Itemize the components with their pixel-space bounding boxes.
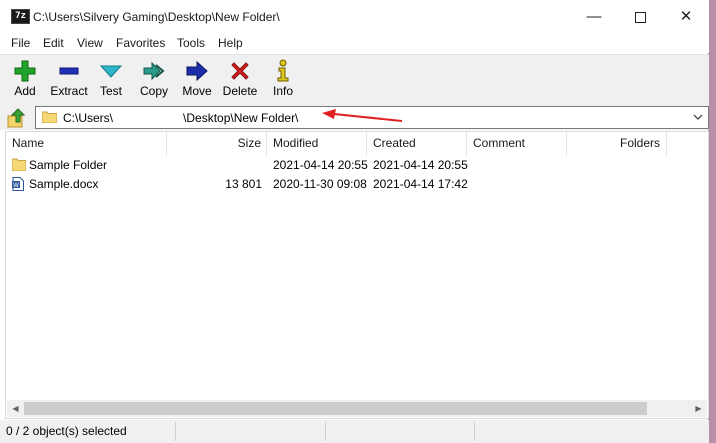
file-modified: 2021-04-14 20:55	[273, 158, 368, 172]
scroll-right-icon[interactable]: ▶	[690, 400, 707, 417]
folder-icon	[42, 111, 57, 123]
move-button[interactable]: Move	[179, 57, 215, 103]
folder-icon	[12, 158, 26, 171]
move-label: Move	[182, 84, 212, 98]
column-folders[interactable]: Folders	[567, 132, 667, 156]
menu-tools[interactable]: Tools	[177, 36, 205, 50]
file-name: Sample Folder	[29, 158, 108, 172]
test-label: Test	[99, 84, 122, 98]
menu-view[interactable]: View	[77, 36, 103, 50]
menu-file[interactable]: File	[11, 36, 30, 50]
title-bar: 7z C:\Users\Silvery Gaming\Desktop\New F…	[0, 0, 709, 33]
add-button[interactable]: Add	[8, 57, 42, 103]
list-item[interactable]: W Sample.docx 13 801 2020-11-30 09:08 20…	[6, 175, 708, 194]
menu-edit[interactable]: Edit	[43, 36, 64, 50]
copy-label: Copy	[139, 84, 168, 98]
app-icon: 7z	[11, 9, 30, 24]
file-name: Sample.docx	[29, 177, 99, 191]
column-header-row: Name Size Modified Created Comment Folde…	[6, 132, 708, 157]
toolbar: Add Extract Test Copy Move Delete Info	[0, 54, 709, 105]
file-modified: 2020-11-30 09:08	[273, 177, 367, 191]
check-icon	[99, 65, 123, 78]
svg-text:W: W	[13, 182, 19, 189]
maximize-button[interactable]	[617, 0, 663, 33]
horizontal-scrollbar[interactable]: ◀ ▶	[7, 400, 707, 417]
file-size: 13 801	[225, 177, 262, 191]
status-divider	[325, 422, 326, 441]
copy-button[interactable]: Copy	[136, 57, 172, 103]
info-icon	[277, 59, 289, 82]
window-title: C:\Users\Silvery Gaming\Desktop\New Fold…	[33, 10, 280, 24]
test-button[interactable]: Test	[96, 57, 126, 103]
delete-label: Delete	[222, 84, 258, 98]
folder-up-icon[interactable]	[6, 107, 28, 129]
scroll-left-icon[interactable]: ◀	[7, 400, 24, 417]
maximize-icon	[634, 11, 646, 23]
file-list[interactable]: Name Size Modified Created Comment Folde…	[5, 131, 709, 419]
status-divider	[474, 422, 475, 441]
selection-status: 0 / 2 object(s) selected	[6, 424, 127, 438]
column-created[interactable]: Created	[367, 132, 467, 156]
menu-favorites[interactable]: Favorites	[116, 36, 165, 50]
chevron-down-icon[interactable]	[692, 110, 704, 124]
info-button[interactable]: Info	[268, 57, 298, 103]
double-arrow-right-icon	[143, 61, 165, 81]
x-icon	[231, 62, 249, 80]
menu-help[interactable]: Help	[218, 36, 243, 50]
add-label: Add	[14, 84, 36, 98]
column-size[interactable]: Size	[167, 132, 267, 156]
scrollbar-thumb[interactable]	[24, 402, 647, 415]
column-name[interactable]: Name	[6, 132, 167, 156]
plus-icon	[14, 60, 36, 82]
column-modified[interactable]: Modified	[267, 132, 367, 156]
extract-label: Extract	[50, 84, 88, 98]
list-item[interactable]: Sample Folder 2021-04-14 20:55 2021-04-1…	[6, 156, 708, 175]
menu-bar: File Edit View Favorites Tools Help	[0, 33, 709, 53]
close-button[interactable]: ✕	[663, 0, 709, 33]
minus-icon	[59, 67, 79, 75]
sevenzip-window: 7z C:\Users\Silvery Gaming\Desktop\New F…	[0, 0, 709, 443]
info-label: Info	[272, 84, 293, 98]
address-path: C:\Users\ \Desktop\New Folder\	[63, 111, 299, 125]
extract-button[interactable]: Extract	[48, 57, 90, 103]
status-divider	[175, 422, 176, 441]
delete-button[interactable]: Delete	[221, 57, 259, 103]
minimize-button[interactable]: —	[571, 0, 617, 33]
column-comment[interactable]: Comment	[467, 132, 567, 156]
annotation-arrow-icon	[322, 109, 403, 122]
arrow-right-icon	[186, 60, 208, 82]
file-created: 2021-04-14 20:55	[373, 158, 468, 172]
word-document-icon: W	[12, 177, 24, 191]
file-created: 2021-04-14 17:42	[373, 177, 468, 191]
status-bar: 0 / 2 object(s) selected	[0, 420, 709, 443]
